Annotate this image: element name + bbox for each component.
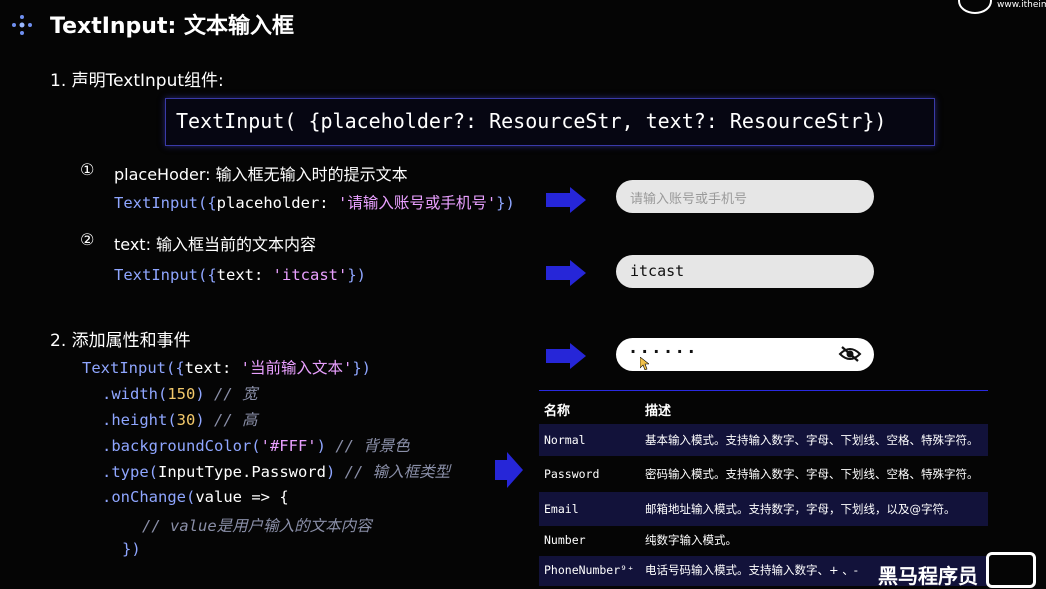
table-row: Normal 基本输入模式。支持输入数字、字母、下划线、空格、特殊字符。 (539, 424, 988, 456)
code-line-2: .width(150) // 宽 (102, 385, 258, 403)
eye-off-icon[interactable] (838, 345, 862, 363)
item1-code: TextInput({placeholder: '请输入账号或手机号'}) (114, 194, 515, 212)
table-row: Number 纯数字输入模式。 (544, 533, 737, 547)
signature-text: TextInput( {placeholder?: ResourceStr, t… (176, 109, 887, 133)
arrow-right-icon (546, 343, 586, 369)
item2-code: TextInput({text: 'itcast'}) (114, 266, 366, 284)
code-line-8: }) (122, 540, 141, 558)
input-type-table: 名称 描述 Normal 基本输入模式。支持输入数字、字母、下划线、空格、特殊字符。… (539, 390, 988, 586)
watermark-text: 黑马程序员 (878, 564, 978, 588)
arrow-right-icon (495, 452, 523, 488)
code-line-4: .backgroundColor('#FFF') // 背景色 (102, 437, 410, 455)
signature-box: TextInput( {placeholder?: ResourceStr, t… (165, 98, 935, 146)
placeholder-input-preview[interactable]: 请输入账号或手机号 (616, 180, 874, 213)
table-row: Email 邮箱地址输入模式。支持数字，字母，下划线，以及@字符。 (539, 492, 988, 526)
text-value: itcast (630, 262, 685, 280)
mouse-cursor-icon (640, 357, 649, 370)
item1-desc: placeHoder: 输入框无输入时的提示文本 (114, 165, 408, 184)
item2-desc: text: 输入框当前的文本内容 (114, 235, 317, 254)
placeholder-text: 请输入账号或手机号 (630, 192, 748, 207)
code-line-1: TextInput({text: '当前输入文本'}) (82, 359, 371, 377)
code-line-7: // value是用户输入的文本内容 (142, 517, 372, 535)
section2-heading: 2. 添加属性和事件 (50, 331, 191, 351)
arrow-right-icon (546, 260, 586, 286)
item1-num: ① (80, 160, 95, 179)
arrow-right-icon (546, 187, 586, 213)
bilibili-logo (986, 552, 1036, 588)
code-line-6: .onChange(value => { (102, 488, 289, 506)
section1-heading: 1. 声明TextInput组件: (50, 71, 224, 91)
corner-logo (958, 0, 992, 14)
code-line-3: .height(30) // 高 (102, 411, 258, 429)
table-top-border (539, 390, 988, 391)
password-input-preview[interactable]: · · · · · · (616, 338, 874, 371)
table-row: Password 密码输入模式。支持输入数字、字母、下划线、空格、特殊字符。 (544, 467, 979, 481)
text-input-preview[interactable]: itcast (616, 255, 874, 288)
corner-url: www.itheim (997, 0, 1046, 10)
page-title: TextInput: 文本输入框 (50, 14, 294, 39)
code-line-5: .type(InputType.Password) // 输入框类型 (102, 463, 451, 481)
logo-icon (12, 15, 32, 35)
item2-num: ② (80, 230, 95, 249)
